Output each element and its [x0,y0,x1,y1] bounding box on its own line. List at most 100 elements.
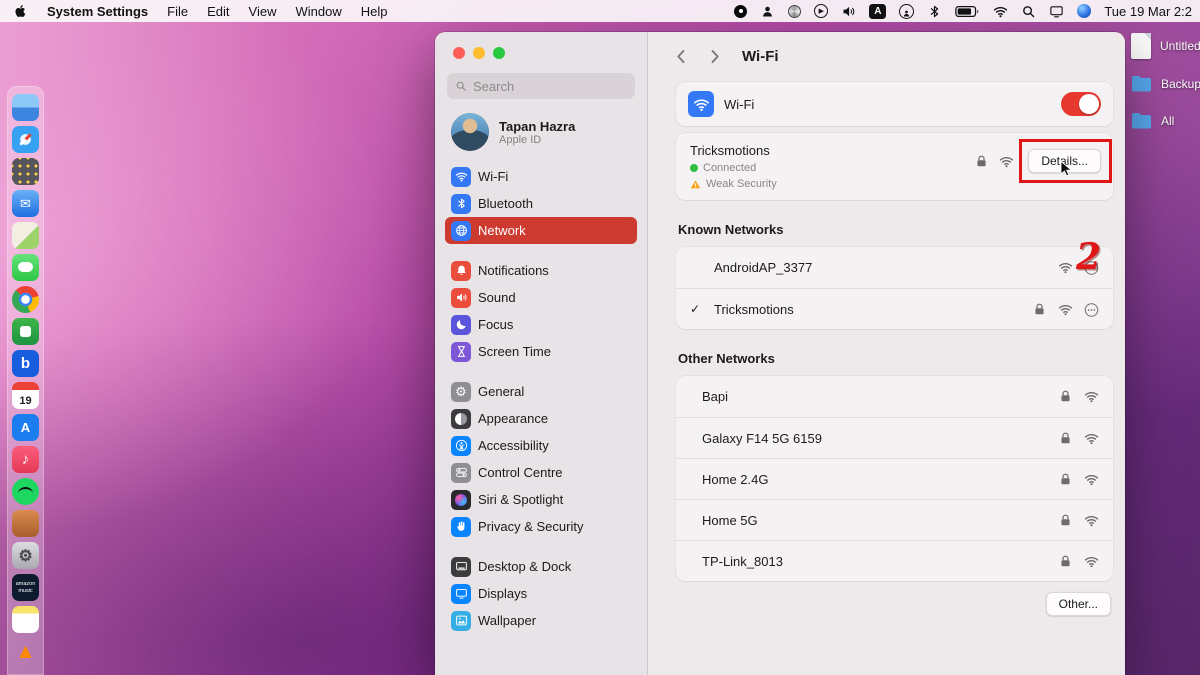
apple-id-row[interactable]: Tapan Hazra Apple ID [435,103,647,159]
sidebar-item-privacy-security[interactable]: Privacy & Security [445,513,637,540]
close-button[interactable] [453,47,465,59]
camera-status-icon[interactable] [788,5,801,18]
dock-bitwarden-icon[interactable]: b [12,350,39,377]
appearance-icon [451,409,471,429]
toggle-knob [1079,94,1099,114]
sidebar-item-label: Privacy & Security [478,519,583,534]
sidebar-item-label: Sound [478,290,516,305]
menu-window[interactable]: Window [295,4,341,19]
settings-sidebar: Search Tapan Hazra Apple ID Wi-Fi Blueto… [435,32,648,675]
screen-record-icon[interactable] [734,5,747,18]
search-input[interactable]: Search [447,73,635,99]
network-row-tplink[interactable]: TP-Link_8013 [676,540,1113,581]
input-source-badge[interactable]: A [869,4,886,19]
dock-safari-icon[interactable] [12,126,39,153]
sidebar-item-label: Control Centre [478,465,563,480]
menu-file[interactable]: File [167,4,188,19]
network-row-home24g[interactable]: Home 2.4G [676,458,1113,499]
sidebar-item-sound[interactable]: Sound [445,284,637,311]
network-row-bapi[interactable]: Bapi [676,376,1113,417]
desktop-file-untitled[interactable]: Untitled [1128,33,1200,59]
menu-clock[interactable]: Tue 19 Mar 2:2 [1104,4,1192,19]
forward-button[interactable] [705,47,724,66]
other-networks-header: Other Networks [678,351,1113,366]
battery-icon[interactable] [955,5,980,18]
sidebar-item-wallpaper[interactable]: Wallpaper [445,607,637,634]
dock-messages-icon[interactable] [12,254,39,281]
desktop-folder-all[interactable]: All [1128,109,1200,133]
dock-app-store-icon[interactable]: A [12,414,39,441]
sidebar-item-notifications[interactable]: Notifications [445,257,637,284]
dock-system-settings-icon[interactable]: ⚙ [12,542,39,569]
menu-app-name[interactable]: System Settings [47,4,148,19]
sidebar-item-appearance[interactable]: Appearance [445,405,637,432]
lock-icon [1058,431,1073,446]
back-button[interactable] [672,47,691,66]
minimize-button[interactable] [473,47,485,59]
network-row-galaxy[interactable]: Galaxy F14 5G 6159 [676,417,1113,458]
dock-music-icon[interactable]: ♪ [12,446,39,473]
sidebar-item-siri-spotlight[interactable]: Siri & Spotlight [445,486,637,513]
dock-spotify-icon[interactable] [12,478,39,505]
user-account-icon[interactable] [899,4,914,19]
spotlight-search-icon[interactable] [1021,4,1036,19]
lock-icon [1058,389,1073,404]
desktop-folder-backup[interactable]: Backup [1128,72,1200,96]
other-networks-list: Bapi Galaxy F14 5G 6159 [676,376,1113,581]
wifi-signal-icon [1084,513,1099,528]
bluetooth-status-icon[interactable] [927,4,942,19]
other-network-button[interactable]: Other... [1046,592,1111,616]
sidebar-item-bluetooth[interactable]: Bluetooth [445,190,637,217]
network-row-home5g[interactable]: Home 5G [676,499,1113,540]
dock-chrome-icon[interactable] [12,286,39,313]
wifi-status-icon[interactable] [993,4,1008,19]
person-status-icon[interactable] [760,4,775,19]
sidebar-item-network[interactable]: Network [445,217,637,244]
dock-launchpad-icon[interactable] [12,158,39,185]
dock-vlc-icon[interactable]: ▲ [12,638,39,665]
dock: ✉ b 19 A ♪ ⚙ amazon music ▲ [7,86,44,675]
more-options-icon[interactable] [1084,302,1099,317]
sidebar-item-focus[interactable]: Focus [445,311,637,338]
sidebar-item-control-centre[interactable]: Control Centre [445,459,637,486]
menu-edit[interactable]: Edit [207,4,229,19]
sidebar-item-general[interactable]: ⚙ General [445,378,637,405]
sidebar-item-displays[interactable]: Displays [445,580,637,607]
settings-content: Wi-Fi Wi-Fi Tricksmotions Connected [648,32,1125,675]
connected-dot-icon [690,164,698,172]
accessibility-icon [451,436,471,456]
sidebar-item-wifi[interactable]: Wi-Fi [445,163,637,190]
user-subtitle: Apple ID [499,134,575,146]
network-row-tricksmotions[interactable]: ✓ Tricksmotions [676,288,1113,329]
display-status-icon[interactable] [1049,4,1064,19]
menu-view[interactable]: View [249,4,277,19]
network-name: Bapi [702,389,728,404]
system-settings-window: Search Tapan Hazra Apple ID Wi-Fi Blueto… [435,32,1125,675]
play-status-icon[interactable]: ▶ [814,4,828,18]
sidebar-item-accessibility[interactable]: Accessibility [445,432,637,459]
zoom-button[interactable] [493,47,505,59]
volume-icon[interactable] [841,4,856,19]
dock-finder-icon[interactable] [12,94,39,121]
mouse-cursor [1058,160,1075,177]
dock-calendar-icon[interactable]: 19 [12,382,39,409]
sidebar-item-desktop-dock[interactable]: Desktop & Dock [445,553,637,580]
apple-menu-icon[interactable] [14,4,28,18]
assistant-icon[interactable] [1077,4,1091,18]
sidebar-item-screen-time[interactable]: Screen Time [445,338,637,365]
speaker-icon [451,288,471,308]
document-icon [1131,33,1151,59]
wifi-toggle-row: Wi-Fi [676,82,1113,126]
menu-help[interactable]: Help [361,4,388,19]
dock-amazon-music-icon[interactable]: amazon music [12,574,39,601]
window-controls [435,32,647,63]
lock-icon [1032,302,1047,317]
network-globe-icon [451,221,471,241]
dock-green-app-icon[interactable] [12,318,39,345]
dock-notes-icon[interactable] [12,606,39,633]
dock-mail-icon[interactable]: ✉ [12,190,39,217]
dock-orange-app-icon[interactable] [12,510,39,537]
network-row-androidap[interactable]: AndroidAP_3377 [676,247,1113,288]
dock-maps-icon[interactable] [12,222,39,249]
wifi-toggle[interactable] [1061,92,1101,116]
